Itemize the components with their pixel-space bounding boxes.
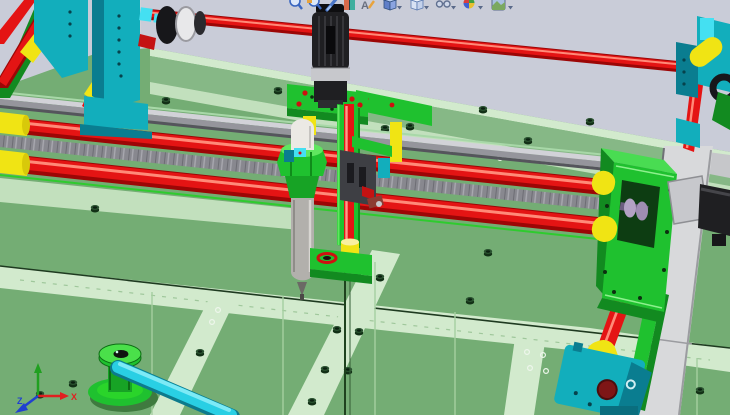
svg-text:A: A xyxy=(361,0,369,12)
coupling-disc-2 xyxy=(636,202,648,221)
frl-hex-lower xyxy=(285,176,319,198)
head-teal-block xyxy=(378,158,390,178)
model-view[interactable]: X Z A xyxy=(0,0,730,415)
apply-scene-icon[interactable] xyxy=(492,0,505,10)
cad-viewport[interactable]: X Z A xyxy=(0,0,730,415)
spool-center-hole xyxy=(114,350,129,358)
coupling-disc-1 xyxy=(624,199,636,218)
head-nut xyxy=(376,201,382,207)
motor-label-recess xyxy=(326,26,335,54)
stepper-motor[interactable] xyxy=(311,4,350,108)
triad-x-label: X xyxy=(71,392,77,402)
clamp-cyan xyxy=(139,7,153,22)
motor-silver-band xyxy=(311,68,350,81)
frl-clamp-teal xyxy=(284,150,294,162)
section-view-icon[interactable] xyxy=(344,0,355,10)
display-style-icon[interactable] xyxy=(411,0,423,10)
carriage-lower-teal xyxy=(600,406,638,415)
motor-lower-body xyxy=(314,81,347,102)
triad-z-label: Z xyxy=(17,396,23,406)
bracket-cyan-plate xyxy=(700,18,714,40)
view-orientation-icon[interactable] xyxy=(384,0,396,10)
